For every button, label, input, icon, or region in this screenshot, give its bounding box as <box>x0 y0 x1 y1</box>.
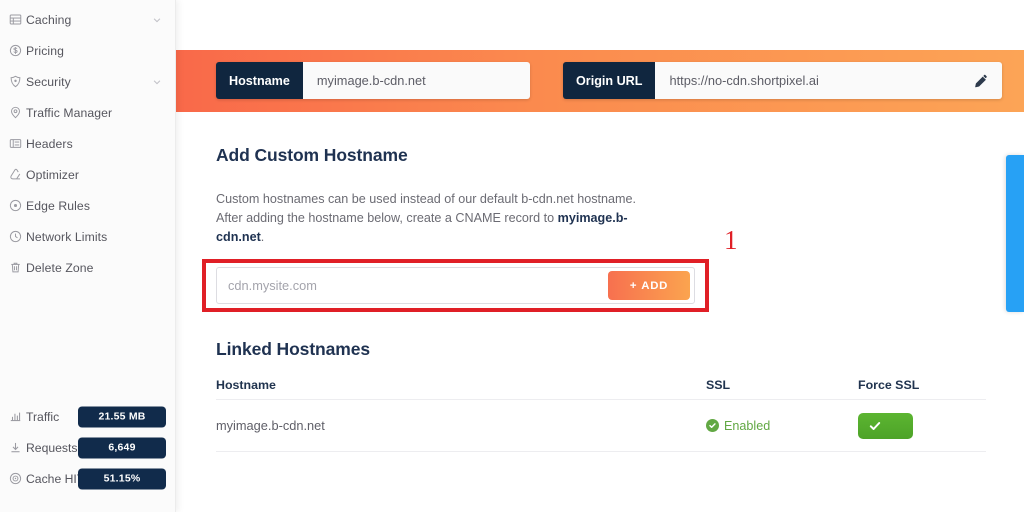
network-limits-icon <box>9 229 26 244</box>
sidebar-item-label: Traffic Manager <box>26 105 113 120</box>
sidebar-item-network-limits[interactable]: Network Limits <box>0 221 176 252</box>
custom-hostname-input-wrap[interactable]: cdn.mysite.com + ADD <box>216 267 695 304</box>
bar-chart-icon <box>9 410 26 423</box>
zone-header-bar: Hostname myimage.b-cdn.net Origin URL ht… <box>176 50 1024 112</box>
sidebar-item-label: Pricing <box>26 43 64 58</box>
sidebar-item-traffic-manager[interactable]: Traffic Manager <box>0 97 176 128</box>
page-title-add-custom-hostname: Add Custom Hostname <box>216 145 408 165</box>
feedback-tab[interactable] <box>1006 155 1024 312</box>
stat-label: Traffic <box>26 409 60 424</box>
origin-url-text: https://no-cdn.shortpixel.ai <box>669 73 819 88</box>
annotation-step-1: 1 <box>724 225 738 255</box>
location-pin-icon <box>9 105 26 120</box>
caching-icon <box>9 12 26 27</box>
download-icon <box>9 441 26 454</box>
section-title-linked-hostnames: Linked Hostnames <box>216 339 370 359</box>
cell-ssl-status: Enabled <box>706 419 858 433</box>
sidebar-item-caching[interactable]: Caching <box>0 4 176 35</box>
force-ssl-toggle[interactable] <box>858 412 913 439</box>
stat-label: Requests <box>26 440 78 455</box>
sidebar-item-security[interactable]: Security <box>0 66 176 97</box>
check-circle-icon <box>706 419 719 432</box>
linked-hostnames-table: Hostname SSL Force SSL myimage.b-cdn.net <box>216 370 986 452</box>
sidebar-item-label: Edge Rules <box>26 198 91 213</box>
plus-icon: + <box>629 279 638 292</box>
hostname-value: myimage.b-cdn.net <box>302 62 530 99</box>
sidebar-stats: Traffic 21.55 MB Requests 6,649 Cache HI… <box>0 401 176 494</box>
trash-icon <box>9 260 26 275</box>
cell-force-ssl <box>858 412 986 439</box>
sidebar: Caching Pricing Security Traffic Manager… <box>0 0 176 512</box>
sidebar-item-headers[interactable]: Headers <box>0 128 176 159</box>
security-shield-icon <box>9 74 26 89</box>
add-button-label: ADD <box>641 279 669 292</box>
chevron-down-icon <box>152 15 162 25</box>
origin-url-value: https://no-cdn.shortpixel.ai <box>655 62 1002 99</box>
headers-icon <box>9 136 26 151</box>
chevron-down-icon <box>152 77 162 87</box>
edge-rules-icon <box>9 198 26 213</box>
optimizer-icon <box>9 167 26 182</box>
stat-value-requests: 6,649 <box>78 437 166 458</box>
column-header-hostname: Hostname <box>216 377 276 392</box>
sidebar-item-label: Headers <box>26 136 73 151</box>
column-header-force-ssl: Force SSL <box>858 377 920 392</box>
column-header-ssl: SSL <box>706 377 731 392</box>
sidebar-item-label: Delete Zone <box>26 260 94 275</box>
add-hostname-button[interactable]: + ADD <box>608 271 690 300</box>
cdn-zone-hostname-page: Caching Pricing Security Traffic Manager… <box>0 0 1024 512</box>
sidebar-nav: Caching Pricing Security Traffic Manager… <box>0 4 176 283</box>
sidebar-item-edge-rules[interactable]: Edge Rules <box>0 190 176 221</box>
pencil-icon[interactable] <box>974 73 989 88</box>
stat-requests: Requests 6,649 <box>0 432 176 463</box>
stat-cache-hit: Cache HIT 51.15% <box>0 463 176 494</box>
sidebar-item-label: Caching <box>26 12 72 27</box>
cell-hostname: myimage.b-cdn.net <box>216 418 325 433</box>
custom-hostname-input[interactable]: cdn.mysite.com <box>217 278 608 293</box>
ssl-status-label: Enabled <box>724 418 771 433</box>
stat-value-cache-hit: 51.15% <box>78 468 166 489</box>
stat-label: Cache HIT <box>26 471 85 486</box>
hostname-field-group: Hostname myimage.b-cdn.net <box>216 62 530 99</box>
target-icon <box>9 472 26 485</box>
main-content: Hostname myimage.b-cdn.net Origin URL ht… <box>176 0 1024 512</box>
sidebar-item-label: Optimizer <box>26 167 80 182</box>
sidebar-item-label: Security <box>26 74 71 89</box>
table-row: myimage.b-cdn.net Enabled <box>216 400 986 452</box>
origin-url-field-group: Origin URL https://no-cdn.shortpixel.ai <box>563 62 1002 99</box>
status-badge-ssl: Enabled <box>706 419 858 433</box>
add-hostname-description: Custom hostnames can be used instead of … <box>216 190 648 247</box>
pricing-icon <box>9 43 26 58</box>
stat-traffic: Traffic 21.55 MB <box>0 401 176 432</box>
origin-url-label: Origin URL <box>563 62 656 99</box>
sidebar-item-pricing[interactable]: Pricing <box>0 35 176 66</box>
sidebar-item-delete-zone[interactable]: Delete Zone <box>0 252 176 283</box>
desc-text-2: . <box>260 230 265 244</box>
stat-value-traffic: 21.55 MB <box>78 406 166 427</box>
hostname-label: Hostname <box>216 62 303 99</box>
sidebar-item-optimizer[interactable]: Optimizer <box>0 159 176 190</box>
table-header-row: Hostname SSL Force SSL <box>216 370 986 400</box>
sidebar-item-label: Network Limits <box>26 229 108 244</box>
